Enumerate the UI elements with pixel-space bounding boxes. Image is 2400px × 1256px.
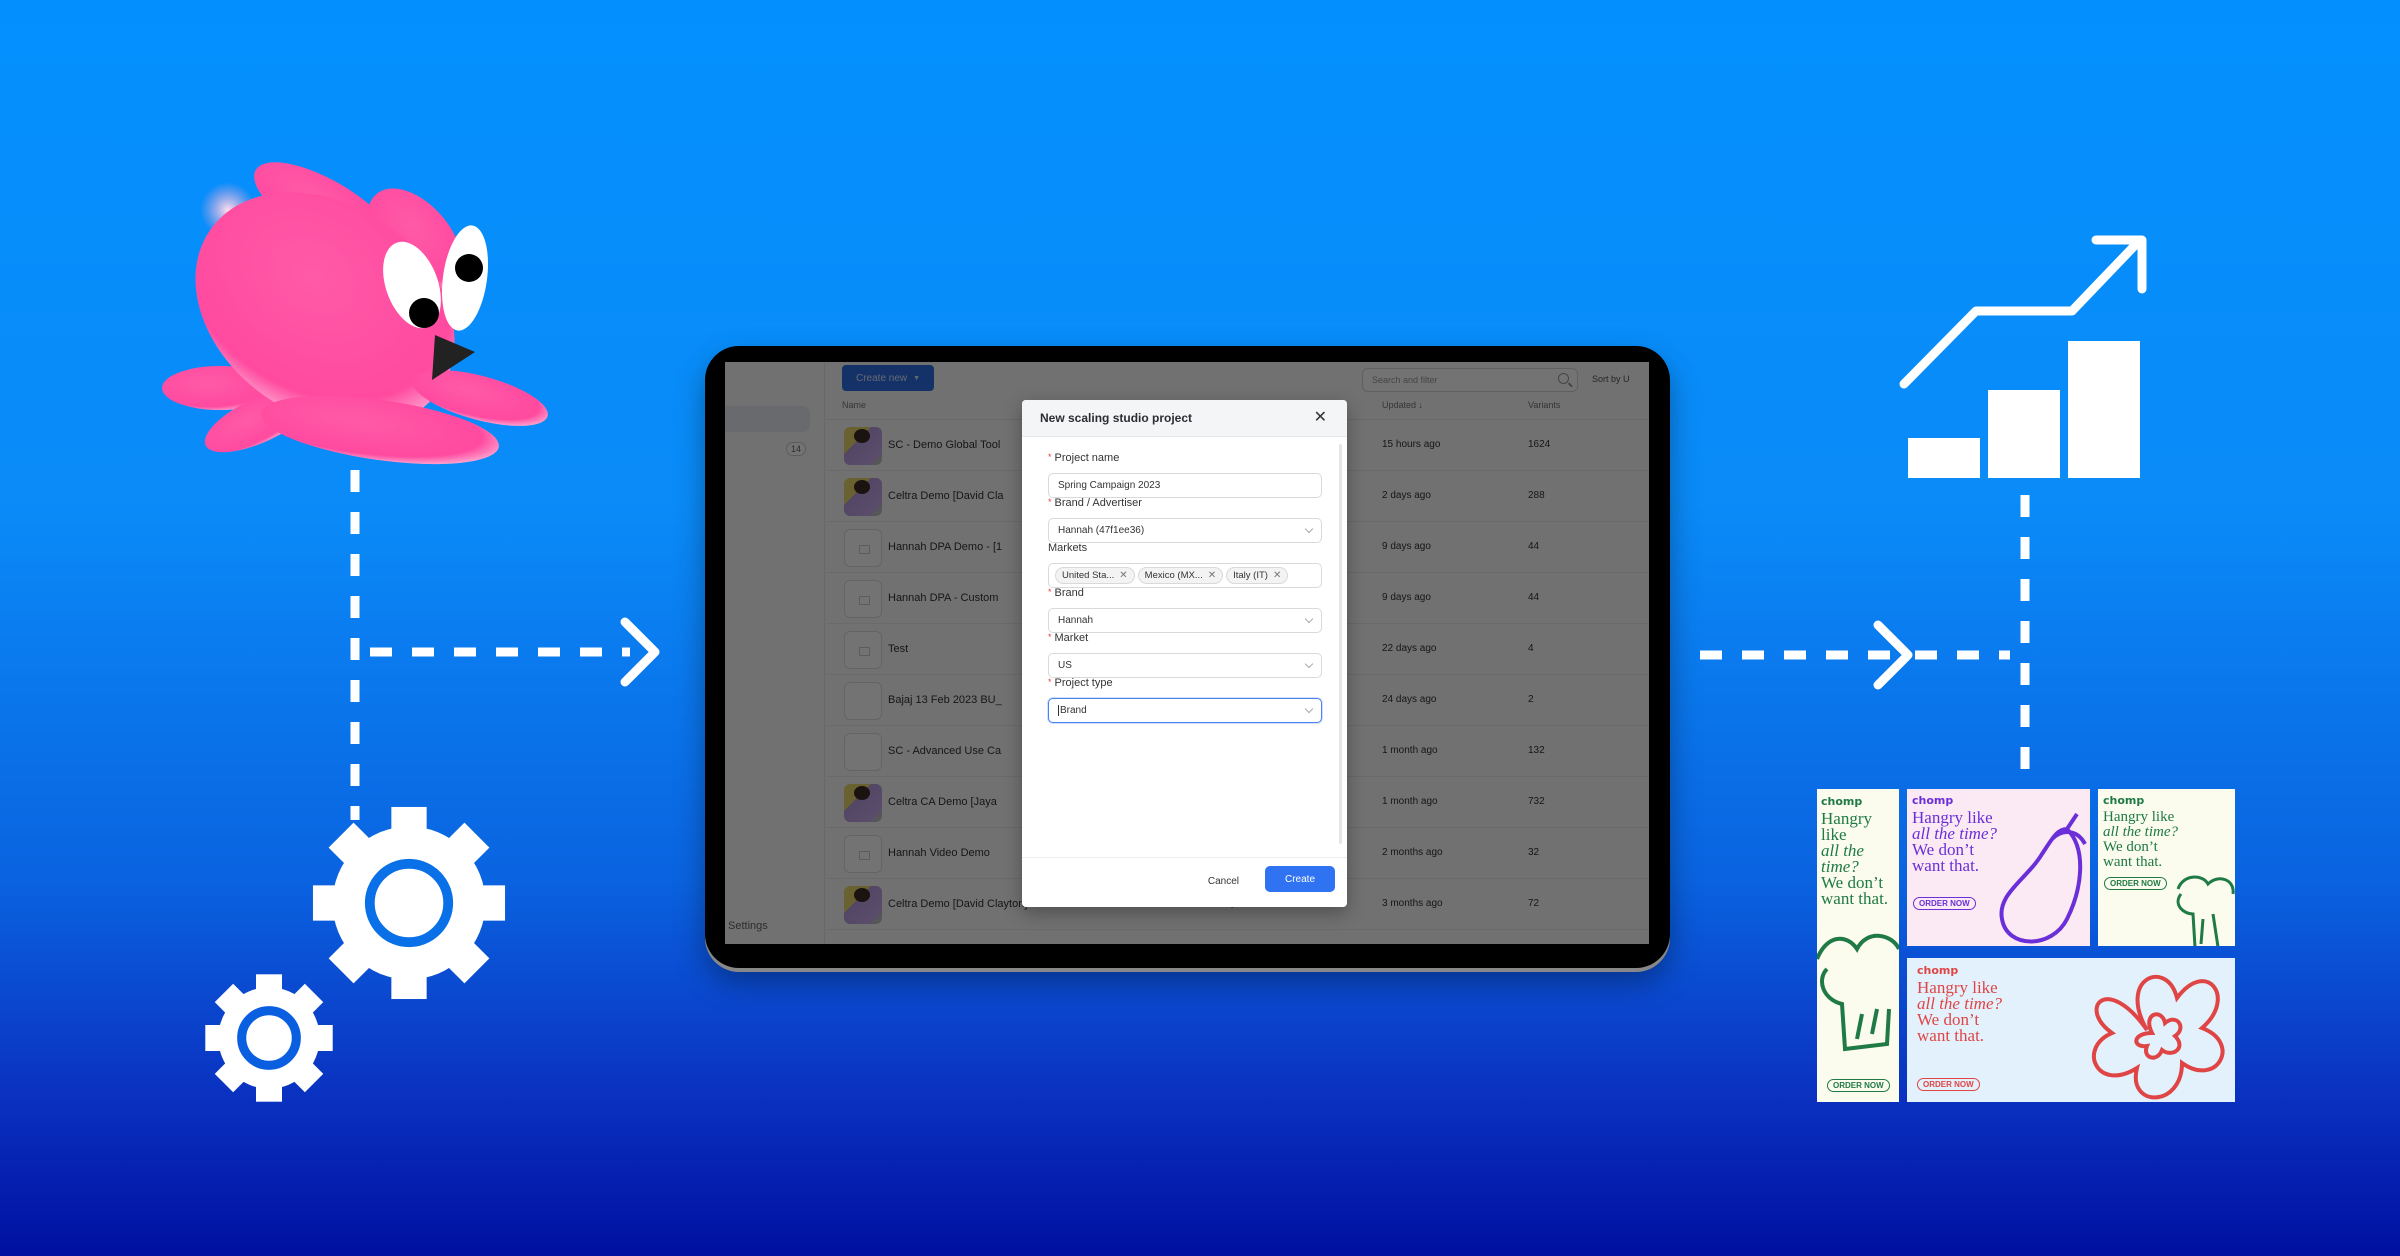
project-type-value: Brand: [1060, 705, 1087, 716]
brand-advertiser-label: Brand / Advertiser: [1054, 497, 1142, 509]
broccoli-illustration: [1817, 933, 1899, 1052]
text-cursor: [1058, 705, 1059, 716]
brand-label: Brand: [1054, 587, 1084, 599]
project-name-input[interactable]: Spring Campaign 2023: [1048, 473, 1322, 498]
project-type-field: * Project type Brand: [1048, 677, 1322, 723]
required-mark: *: [1048, 677, 1052, 687]
chevron-down-icon: [1304, 614, 1314, 624]
market-tag-label: Italy (IT): [1233, 570, 1268, 581]
required-mark: *: [1048, 587, 1052, 597]
ad-wide-red: chomp Hangry like all the time? We don’t…: [1907, 958, 2235, 1102]
flower-illustration: [2092, 974, 2225, 1100]
required-mark: *: [1048, 632, 1052, 642]
growth-bar-2: [1988, 390, 2060, 478]
growth-chart-icon: [1899, 235, 2147, 478]
ad-brand-logo: chomp: [1912, 794, 1954, 807]
brand-advertiser-field: * Brand / Advertiser Hannah (47f1ee36): [1048, 497, 1322, 543]
market-tag: United Sta... ✕: [1055, 567, 1135, 584]
bunny-mascot-icon: [162, 162, 548, 465]
ad-brand-logo: chomp: [2103, 794, 2145, 807]
project-name-field: * Project name Spring Campaign 2023: [1048, 452, 1322, 498]
modal-header: New scaling studio project ✕: [1022, 400, 1347, 437]
create-button[interactable]: Create: [1265, 866, 1335, 892]
project-type-label: Project type: [1054, 677, 1113, 689]
remove-tag-icon[interactable]: ✕: [1119, 570, 1127, 581]
ad-brand-logo: chomp: [1821, 795, 1863, 808]
eggplant-illustration: [1999, 812, 2087, 944]
market-tag-label: United Sta...: [1062, 570, 1115, 581]
brand-value: Hannah: [1058, 615, 1094, 626]
brand-advertiser-select[interactable]: Hannah (47f1ee36): [1048, 518, 1322, 543]
gear-small-icon: [205, 974, 333, 1102]
growth-bar-3: [2068, 341, 2140, 478]
app-screen: 14 Settings Create new ▼ Search and filt…: [725, 362, 1649, 944]
project-name-label: Project name: [1054, 452, 1120, 464]
new-project-modal: New scaling studio project ✕ * Project na…: [1022, 400, 1347, 907]
remove-tag-icon[interactable]: ✕: [1273, 570, 1281, 581]
market-tag: Italy (IT) ✕: [1226, 567, 1289, 584]
ad-square-green: chomp Hangry like all the time? We don’t…: [2098, 789, 2235, 946]
project-name-value: Spring Campaign 2023: [1058, 480, 1161, 491]
ad-narrow-green: chomp Hangry like all the time? We don’t…: [1817, 789, 1899, 1102]
chevron-down-icon: [1304, 659, 1314, 669]
ad-order-now-button[interactable]: ORDER NOW: [2104, 877, 2167, 890]
growth-bar-1: [1908, 438, 1980, 478]
market-tag-label: Mexico (MX...: [1144, 570, 1203, 581]
required-mark: *: [1048, 452, 1052, 462]
brand-field: * Brand Hannah: [1048, 587, 1322, 633]
ad-headline: Hangry like all the time? We don’t want …: [1821, 809, 1889, 908]
brand-select[interactable]: Hannah: [1048, 608, 1322, 633]
markets-field: Markets United Sta... ✕ Mexico (MX... ✕ It…: [1048, 542, 1322, 588]
ad-order-now-button[interactable]: ORDER NOW: [1913, 897, 1976, 910]
chevron-down-icon: [1304, 704, 1314, 714]
markets-label: Markets: [1048, 542, 1088, 554]
ad-headline: Hangry like all the time? We don’t want …: [2103, 809, 2178, 870]
close-icon[interactable]: ✕: [1314, 410, 1327, 426]
brand-advertiser-value: Hannah (47f1ee36): [1058, 525, 1145, 536]
market-value: US: [1058, 660, 1072, 671]
cancel-button[interactable]: Cancel: [1208, 876, 1239, 887]
market-field: * Market US: [1048, 632, 1322, 678]
ad-order-now-button[interactable]: ORDER NOW: [1827, 1079, 1890, 1092]
project-type-select[interactable]: Brand: [1048, 698, 1322, 723]
market-label: Market: [1054, 632, 1089, 644]
gear-large-icon: [312, 806, 506, 1000]
remove-tag-icon[interactable]: ✕: [1208, 570, 1216, 581]
ad-order-now-button[interactable]: ORDER NOW: [1917, 1078, 1980, 1091]
market-tag: Mexico (MX... ✕: [1137, 567, 1224, 584]
modal-footer: Cancel Create: [1022, 857, 1347, 907]
ad-square-purple: chomp Hangry like all the time? We don’t…: [1907, 789, 2090, 946]
market-select[interactable]: US: [1048, 653, 1322, 678]
modal-scrollbar[interactable]: [1339, 444, 1342, 844]
broccoli-illustration: [2176, 875, 2235, 946]
chevron-down-icon: [1304, 524, 1314, 534]
modal-body: * Project name Spring Campaign 2023 * Bran…: [1022, 438, 1347, 856]
modal-title: New scaling studio project: [1040, 411, 1193, 425]
markets-multiselect[interactable]: United Sta... ✕ Mexico (MX... ✕ Italy (IT)…: [1048, 563, 1322, 588]
required-mark: *: [1048, 497, 1052, 507]
